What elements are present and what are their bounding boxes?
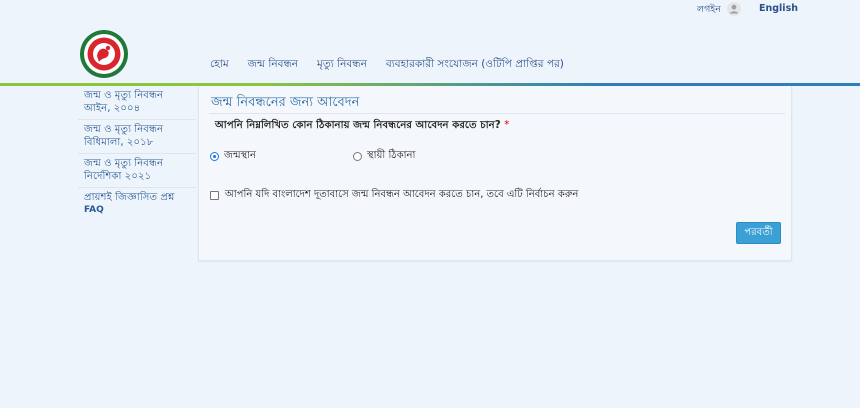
- nav-death-registration[interactable]: মৃত্যু নিবন্ধন: [317, 57, 367, 74]
- radio-birthplace-label: জন্মস্থান: [224, 150, 257, 161]
- top-bar: লগইন English: [0, 0, 860, 20]
- sidebar-item-sublabel: বিধিমালা, ২০১৮: [84, 137, 154, 148]
- sidebar-item-sublabel: আইন, ২০০৪: [84, 103, 141, 114]
- embassy-checkbox-label: আপনি যদি বাংলাদেশ দূতাবাসে জন্ম নিবন্ধন …: [225, 189, 579, 200]
- nav-user-enrollment[interactable]: ব্যবহারকারী সংযোজন (ওটিপি প্রাপ্তির পর): [386, 57, 564, 74]
- next-button[interactable]: পরবর্তী: [736, 222, 781, 244]
- sidebar-item-label: প্রায়শই জিজ্ঞাসিত প্রশ্ন: [84, 192, 175, 203]
- sidebar-item-faq[interactable]: প্রায়শই জিজ্ঞাসিত প্রশ্ন FAQ: [78, 188, 196, 221]
- address-question: আপনি নিম্নলিখিত কোন ঠিকানায় জন্ম নিবন্ধ…: [215, 118, 509, 135]
- radio-permanent-address-control[interactable]: [353, 152, 362, 161]
- radio-permanent-address-label: স্থায়ী ঠিকানা: [367, 150, 416, 161]
- address-question-text: আপনি নিম্নলিখিত কোন ঠিকানায় জন্ম নিবন্ধ…: [215, 120, 501, 131]
- embassy-checkbox-row[interactable]: আপনি যদি বাংলাদেশ দূতাবাসে জন্ম নিবন্ধন …: [210, 187, 578, 204]
- sidebar-item-rules-2018[interactable]: জন্ম ও মৃত্যু নিবন্ধন বিধিমালা, ২০১৮: [78, 120, 196, 154]
- radio-birthplace[interactable]: জন্মস্থান: [210, 148, 256, 165]
- sidebar: জন্ম ও মৃত্যু নিবন্ধন আইন, ২০০৪ জন্ম ও ম…: [78, 86, 196, 221]
- login-link[interactable]: লগইন: [697, 3, 721, 18]
- sidebar-item-sublabel: FAQ: [84, 205, 104, 215]
- sidebar-item-label: জন্ম ও মৃত্যু নিবন্ধন: [84, 124, 164, 135]
- sidebar-item-guideline-2021[interactable]: জন্ম ও মৃত্যু নিবন্ধন নির্দেশিকা ২০২১: [78, 154, 196, 188]
- required-mark: *: [504, 120, 510, 131]
- government-seal-logo[interactable]: [79, 29, 129, 79]
- sidebar-item-label: জন্ম ও মৃত্যু নিবন্ধন: [84, 158, 164, 169]
- language-switch[interactable]: English: [759, 3, 798, 14]
- application-form-panel: জন্ম নিবন্ধনের জন্য আবেদন আপনি নিম্নলিখি…: [198, 86, 792, 261]
- nav-birth-registration[interactable]: জন্ম নিবন্ধন: [248, 57, 298, 74]
- sidebar-item-label: জন্ম ও মৃত্যু নিবন্ধন: [84, 90, 164, 101]
- form-title: জন্ম নিবন্ধনের জন্য আবেদন: [211, 95, 360, 110]
- sidebar-item-sublabel: নির্দেশিকা ২০২১: [84, 171, 152, 182]
- radio-birthplace-control[interactable]: [210, 152, 219, 161]
- nav-home[interactable]: হোম: [210, 57, 229, 74]
- user-icon[interactable]: [727, 2, 741, 16]
- main-nav: হোম জন্ম নিবন্ধন মৃত্যু নিবন্ধন ব্যবহারক…: [210, 57, 583, 74]
- sidebar-item-act-2004[interactable]: জন্ম ও মৃত্যু নিবন্ধন আইন, ২০০৪: [78, 86, 196, 120]
- embassy-checkbox[interactable]: [210, 191, 219, 200]
- radio-permanent-address[interactable]: স্থায়ী ঠিকানা: [353, 148, 415, 165]
- form-title-divider: [209, 113, 785, 114]
